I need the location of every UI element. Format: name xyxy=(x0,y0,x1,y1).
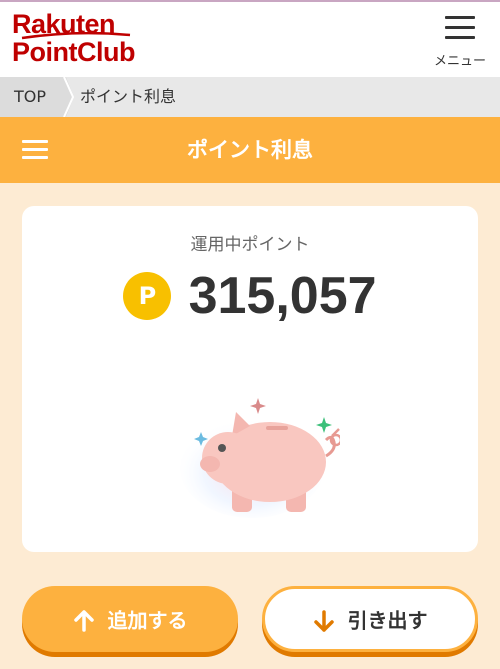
breadcrumb: TOP ポイント利息 xyxy=(0,77,500,117)
add-points-button[interactable]: 追加する xyxy=(22,586,238,652)
points-label: 運用中ポイント xyxy=(190,235,310,255)
site-header: Rakuten PointClub メニュー xyxy=(0,0,500,77)
breadcrumb-chevron-icon xyxy=(52,77,74,117)
arrow-down-icon xyxy=(313,609,334,632)
withdraw-points-button[interactable]: 引き出す xyxy=(262,586,478,652)
menu-label: メニュー xyxy=(433,54,486,69)
withdraw-points-label: 引き出す xyxy=(347,608,428,633)
piggy-bank-icon xyxy=(180,398,340,518)
menu-button[interactable]: メニュー xyxy=(430,12,490,72)
points-card: 運用中ポイント P 315,057 xyxy=(22,206,478,552)
points-value: 315,057 xyxy=(188,267,377,325)
hamburger-icon xyxy=(445,16,475,40)
title-bar: ポイント利息 xyxy=(0,117,500,183)
arrow-up-icon xyxy=(73,609,94,632)
add-points-label: 追加する xyxy=(107,608,188,633)
logo-line2: PointClub xyxy=(12,37,135,67)
page-title: ポイント利息 xyxy=(187,138,313,162)
breadcrumb-current: ポイント利息 xyxy=(80,87,177,106)
logo-swoosh-icon xyxy=(21,32,131,40)
point-coin-icon: P xyxy=(123,272,172,320)
points-row: P 315,057 xyxy=(22,266,478,328)
